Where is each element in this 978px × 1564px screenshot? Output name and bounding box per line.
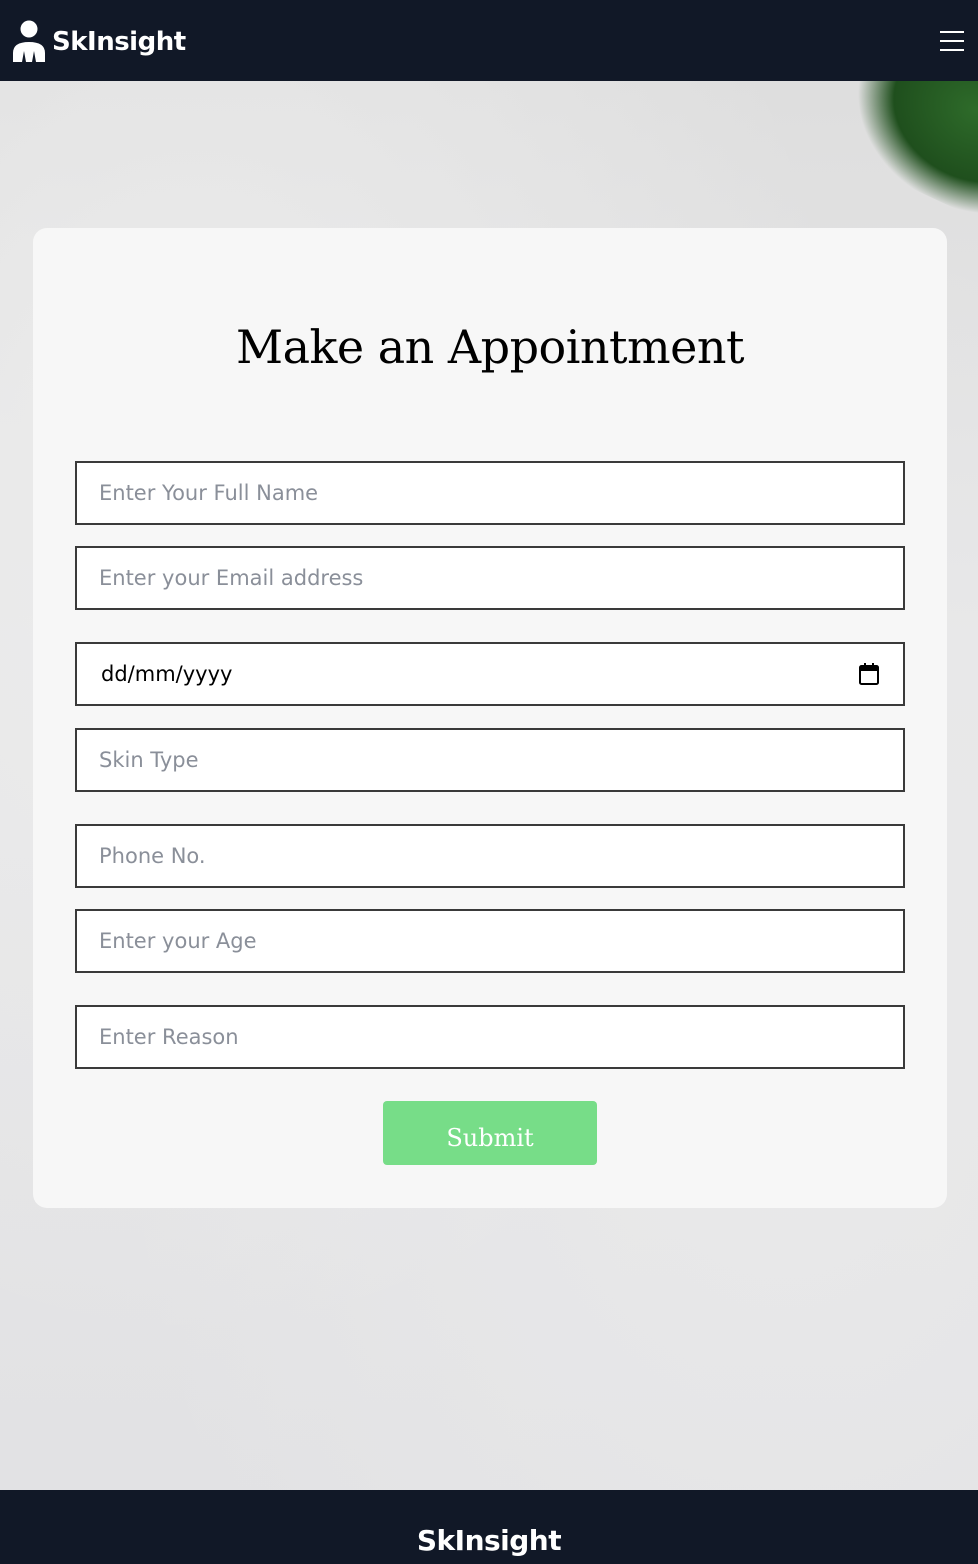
hamburger-menu-icon[interactable] xyxy=(940,30,964,51)
footer-brand-name[interactable]: SkInsight xyxy=(417,1524,562,1557)
date-input[interactable]: dd/mm/yyyy xyxy=(75,642,905,706)
date-input-value: dd/mm/yyyy xyxy=(101,662,233,686)
phone-input[interactable] xyxy=(75,824,905,888)
leaf-decoration xyxy=(826,81,978,221)
calendar-icon[interactable] xyxy=(859,663,879,685)
brand-link[interactable]: SkInsight xyxy=(12,20,186,62)
menu-line xyxy=(940,30,964,33)
full-name-input[interactable] xyxy=(75,461,905,525)
skin-type-input[interactable] xyxy=(75,728,905,792)
page-footer: SkInsight xyxy=(0,1490,978,1564)
form-title: Make an Appointment xyxy=(236,320,745,374)
email-input[interactable] xyxy=(75,546,905,610)
brand-name: SkInsight xyxy=(52,26,186,57)
menu-line xyxy=(940,48,964,51)
appointment-form: Make an Appointment dd/mm/yyyy Submit xyxy=(33,228,947,1208)
age-input[interactable] xyxy=(75,909,905,973)
menu-line xyxy=(940,39,964,42)
person-icon xyxy=(13,20,45,62)
top-navbar: SkInsight xyxy=(0,0,978,81)
submit-button[interactable]: Submit xyxy=(383,1101,597,1165)
reason-input[interactable] xyxy=(75,1005,905,1069)
hero-background: Make an Appointment dd/mm/yyyy Submit xyxy=(0,81,978,1490)
